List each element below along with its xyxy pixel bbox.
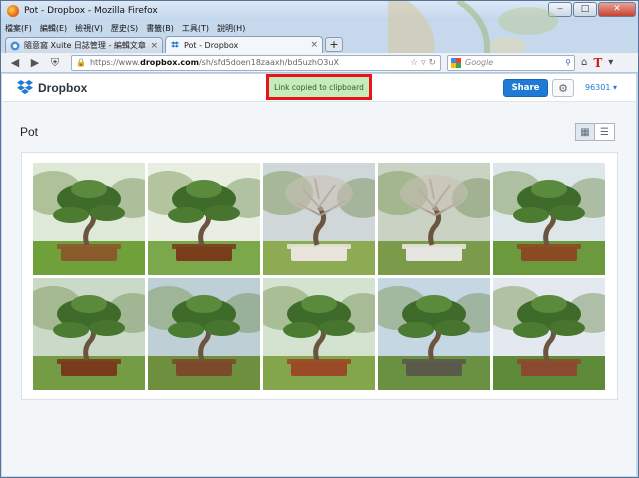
nav-extras: ⌂ T ▾ [581, 56, 613, 70]
tab-label: Pot - Dropbox [184, 40, 239, 50]
list-view-icon[interactable]: ☰ [595, 123, 615, 141]
menu-view[interactable]: 檢視(V) [75, 23, 103, 34]
search-input[interactable]: Google ⚲ [447, 54, 575, 71]
user-menu[interactable]: 96301 ▾ [585, 83, 617, 92]
url-bar[interactable]: 🔒 https://www. dropbox.com/sh/sfd5doen18z… [71, 54, 441, 71]
logo-text: Dropbox [38, 81, 88, 95]
menu-chevron-icon[interactable]: ▾ [608, 57, 613, 68]
photo-thumbnail[interactable] [263, 163, 375, 275]
title-bar: Pot - Dropbox - Mozilla Firefox ‒ □ ✕ [1, 1, 638, 21]
menu-history[interactable]: 歷史(S) [111, 23, 138, 34]
menu-bar: 檔案(F) 編輯(E) 檢視(V) 歷史(S) 書籤(B) 工具(T) 說明(H… [1, 21, 638, 35]
tab-close-icon[interactable]: × [150, 41, 158, 51]
menu-edit[interactable]: 編輯(E) [40, 23, 67, 34]
google-icon [451, 57, 461, 68]
tab-dropbox[interactable]: Pot - Dropbox × [165, 36, 323, 53]
addon-t-icon[interactable]: T [593, 56, 602, 70]
photo-thumbnail[interactable] [493, 278, 605, 390]
window-controls: ‒ □ ✕ [548, 2, 636, 17]
menu-help[interactable]: 說明(H) [217, 23, 245, 34]
window-title: Pot - Dropbox - Mozilla Firefox [24, 6, 158, 16]
dropbox-favicon-icon [171, 41, 179, 48]
dropbox-box-icon [17, 80, 33, 95]
tab-label: 隨意窩 Xuite 日誌管理 - 編輯文章 [24, 41, 146, 50]
forward-icon[interactable]: ▶ [27, 55, 43, 71]
photo-thumbnail[interactable] [148, 163, 260, 275]
grid-view-icon[interactable]: ▦ [575, 123, 595, 141]
photo-gallery [21, 152, 618, 400]
photo-thumbnail[interactable] [378, 163, 490, 275]
new-tab-button[interactable]: + [325, 37, 343, 52]
lock-icon: 🔒 [76, 58, 86, 67]
tab-xuite[interactable]: 隨意窩 Xuite 日誌管理 - 編輯文章 × [5, 37, 163, 53]
back-icon[interactable]: ◀ [7, 55, 23, 71]
url-prefix: https://www. [89, 58, 141, 67]
menu-tools[interactable]: 工具(T) [182, 23, 209, 34]
xuite-favicon-icon [10, 41, 20, 50]
minimize-button[interactable]: ‒ [548, 2, 572, 17]
view-toggle: ▦ ☰ [575, 123, 615, 141]
settings-gear-icon[interactable]: ⚙ [552, 79, 574, 97]
menu-bookmarks[interactable]: 書籤(B) [146, 23, 174, 34]
photo-thumbnail[interactable] [148, 278, 260, 390]
toast-highlight: Link copied to clipboard [266, 74, 372, 100]
photo-thumbnail[interactable] [378, 278, 490, 390]
bookmark-star-icon[interactable]: ☆ ▿ ↻ [410, 58, 436, 68]
photo-thumbnail[interactable] [493, 163, 605, 275]
search-placeholder: Google [465, 58, 494, 67]
dropbox-logo[interactable]: Dropbox [16, 80, 87, 96]
user-label: 96301 [585, 83, 611, 92]
search-icon[interactable]: ⚲ [565, 58, 571, 67]
photo-thumbnail[interactable] [33, 278, 145, 390]
browser-window: Pot - Dropbox - Mozilla Firefox ‒ □ ✕ 檔案… [0, 0, 639, 478]
page-title: Pot [20, 125, 39, 139]
identity-icon[interactable]: ⛨ [47, 55, 63, 71]
navigation-bar: ◀ ▶ ⛨ 🔒 https://www. dropbox.com/sh/sfd5d… [1, 53, 638, 73]
dropbox-header: Dropbox Link copied to clipboard Share ⚙… [2, 74, 636, 102]
tab-bar: 隨意窩 Xuite 日誌管理 - 編輯文章 × Pot - Dropbox × … [1, 35, 638, 53]
url-domain: dropbox.com [140, 58, 199, 67]
close-button[interactable]: ✕ [598, 2, 636, 17]
firefox-icon [7, 5, 19, 17]
home-icon[interactable]: ⌂ [581, 57, 587, 68]
toast-message: Link copied to clipboard [269, 77, 369, 97]
url-path: /sh/sfd5doen18zaaxh/bd5uzhO3uX [198, 58, 339, 67]
maximize-button[interactable]: □ [573, 2, 597, 17]
page-viewport: Dropbox Link copied to clipboard Share ⚙… [2, 74, 636, 476]
photo-thumbnail[interactable] [263, 278, 375, 390]
share-button[interactable]: Share [503, 79, 548, 97]
tab-close-icon[interactable]: × [310, 40, 318, 50]
menu-file[interactable]: 檔案(F) [5, 23, 32, 34]
photo-thumbnail[interactable] [33, 163, 145, 275]
